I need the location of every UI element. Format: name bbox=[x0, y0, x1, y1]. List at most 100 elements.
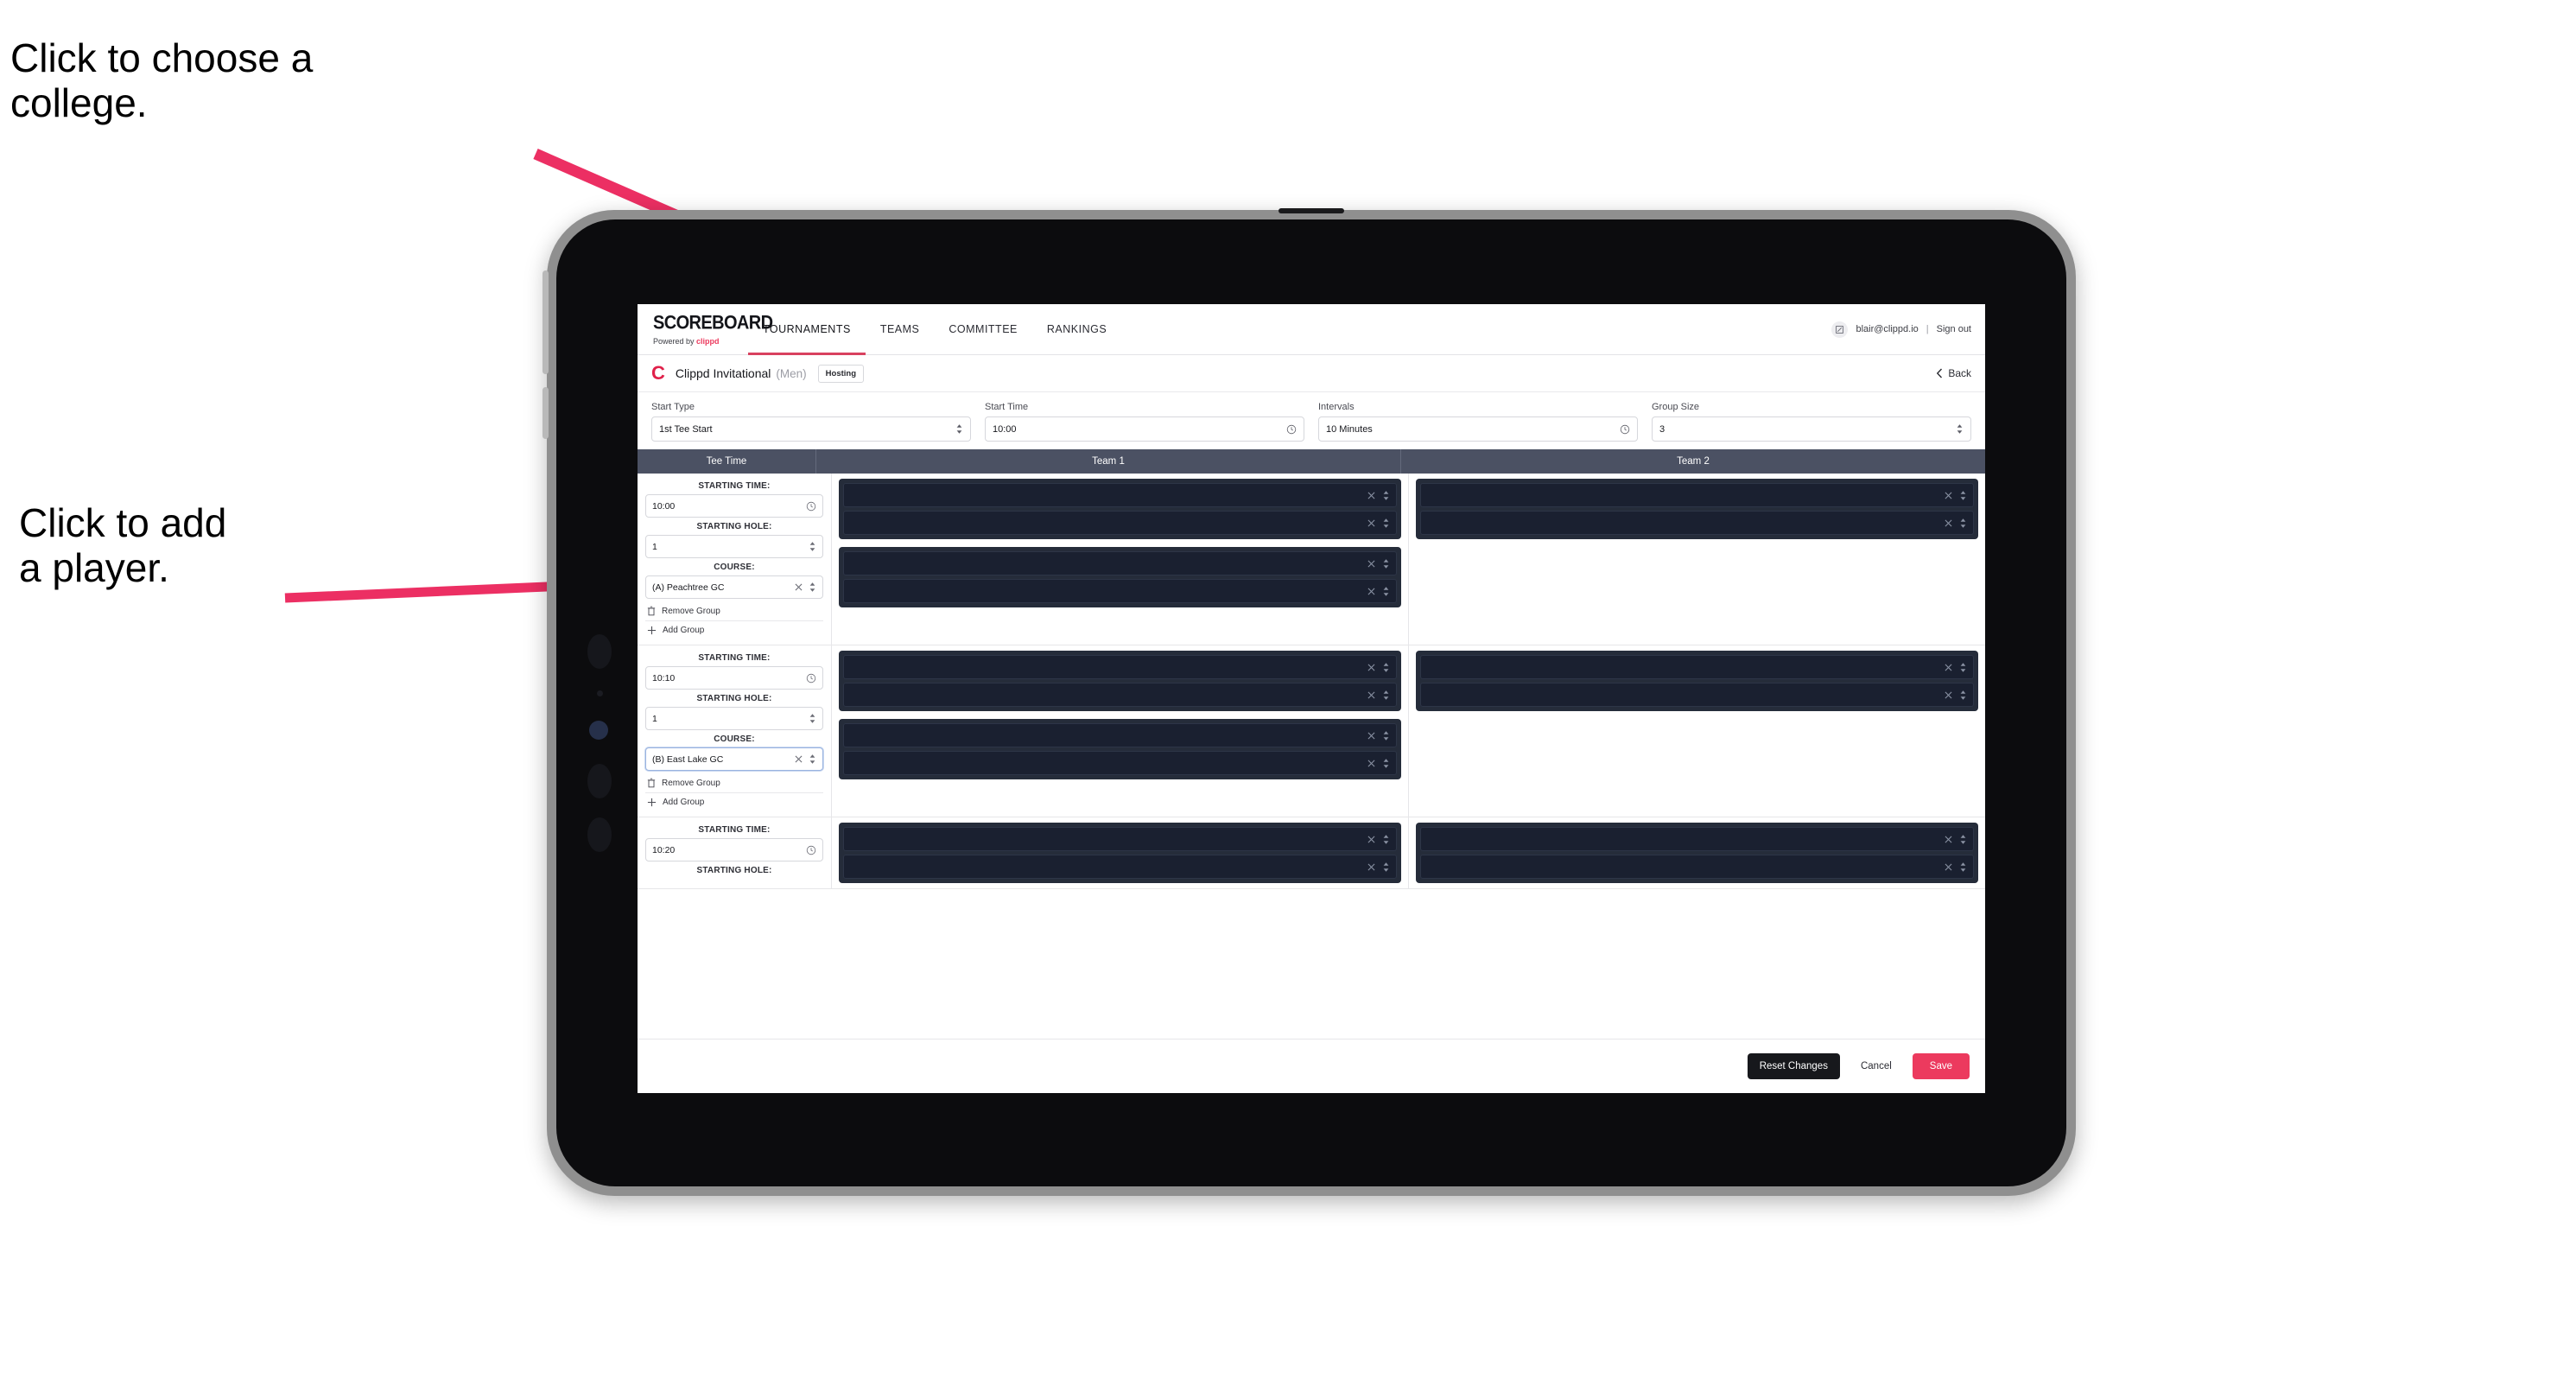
player-row-controls[interactable] bbox=[1945, 662, 1967, 673]
nav-tab-rankings[interactable]: RANKINGS bbox=[1032, 304, 1121, 354]
close-icon[interactable] bbox=[1367, 691, 1375, 699]
clock-icon[interactable] bbox=[806, 673, 816, 683]
close-icon[interactable] bbox=[1945, 492, 1952, 499]
stepper-icon bbox=[1383, 490, 1389, 500]
team-1-column bbox=[832, 474, 1409, 645]
player-select-row[interactable] bbox=[843, 579, 1397, 603]
remove-group-button[interactable]: Remove Group bbox=[645, 773, 823, 792]
player-row-controls[interactable] bbox=[1945, 834, 1967, 845]
player-row-controls[interactable] bbox=[1367, 490, 1390, 501]
player-select-row[interactable] bbox=[1420, 827, 1974, 851]
player-group-box bbox=[839, 547, 1401, 607]
player-row-controls[interactable] bbox=[1367, 586, 1390, 597]
user-avatar-icon[interactable] bbox=[1831, 321, 1849, 338]
filter-control-start-type[interactable]: 1st Tee Start bbox=[651, 416, 971, 442]
close-icon[interactable] bbox=[1367, 588, 1375, 595]
account-area: blair@clippd.io | Sign out bbox=[1831, 304, 1985, 354]
filter-control-start-time[interactable]: 10:00 bbox=[985, 416, 1304, 442]
nav-tab-committee[interactable]: COMMITTEE bbox=[934, 304, 1032, 354]
course-select-controls[interactable] bbox=[795, 753, 816, 765]
reset-changes-button[interactable]: Reset Changes bbox=[1747, 1053, 1840, 1079]
player-select-row[interactable] bbox=[843, 683, 1397, 707]
close-icon[interactable] bbox=[1367, 836, 1375, 843]
player-select-row[interactable] bbox=[1420, 683, 1974, 707]
nav-tab-teams[interactable]: TEAMS bbox=[866, 304, 935, 354]
column-header-team-1: Team 1 bbox=[816, 449, 1401, 474]
course-select-controls[interactable] bbox=[795, 582, 816, 593]
volume-button-upper[interactable] bbox=[542, 270, 549, 374]
sign-out-link[interactable]: Sign out bbox=[1937, 324, 1971, 334]
player-row-controls[interactable] bbox=[1945, 690, 1967, 701]
close-icon[interactable] bbox=[1945, 836, 1952, 843]
stepper-icon[interactable] bbox=[955, 423, 963, 435]
player-select-row[interactable] bbox=[843, 723, 1397, 747]
course-select[interactable]: (A) Peachtree GC bbox=[645, 575, 823, 599]
player-select-row[interactable] bbox=[843, 751, 1397, 775]
tournament-name: Clippd Invitational bbox=[675, 366, 771, 380]
player-select-row[interactable] bbox=[1420, 483, 1974, 507]
close-icon[interactable] bbox=[1367, 760, 1375, 767]
add-group-button[interactable]: Add Group bbox=[645, 620, 823, 639]
starting-time-input[interactable]: 10:10 bbox=[645, 666, 823, 690]
tee-sheet-body[interactable]: STARTING TIME: 10:00 STARTING HOLE: 1 COURSE… bbox=[638, 474, 1985, 1039]
clock-icon bbox=[806, 501, 816, 511]
player-select-row[interactable] bbox=[843, 655, 1397, 679]
player-row-controls[interactable] bbox=[1945, 861, 1967, 873]
add-group-button[interactable]: Add Group bbox=[645, 792, 823, 811]
clock-icon[interactable] bbox=[806, 501, 816, 512]
close-icon[interactable] bbox=[1945, 664, 1952, 671]
close-icon[interactable] bbox=[795, 755, 803, 763]
player-group-box bbox=[839, 651, 1401, 711]
player-row-controls[interactable] bbox=[1367, 758, 1390, 769]
stepper-icon[interactable] bbox=[809, 541, 816, 552]
nav-tab-tournaments[interactable]: TOURNAMENTS bbox=[748, 304, 866, 355]
player-row-controls[interactable] bbox=[1367, 662, 1390, 673]
close-icon[interactable] bbox=[1367, 863, 1375, 871]
filter-control-group-size[interactable]: 3 bbox=[1652, 416, 1971, 442]
player-row-controls[interactable] bbox=[1367, 558, 1390, 569]
clock-icon[interactable] bbox=[1620, 424, 1630, 435]
player-select-row[interactable] bbox=[843, 551, 1397, 575]
player-select-row[interactable] bbox=[843, 483, 1397, 507]
close-icon[interactable] bbox=[1367, 560, 1375, 568]
player-row-controls[interactable] bbox=[1945, 490, 1967, 501]
player-select-row[interactable] bbox=[1420, 855, 1974, 879]
filter-control-intervals[interactable]: 10 Minutes bbox=[1318, 416, 1638, 442]
starting-time-input[interactable]: 10:00 bbox=[645, 494, 823, 518]
close-icon[interactable] bbox=[1367, 732, 1375, 740]
starting-hole-input[interactable]: 1 bbox=[645, 535, 823, 558]
volume-button-lower[interactable] bbox=[542, 387, 549, 439]
player-row-controls[interactable] bbox=[1367, 690, 1390, 701]
close-icon[interactable] bbox=[1367, 492, 1375, 499]
player-row-controls[interactable] bbox=[1367, 730, 1390, 741]
starting-hole-input[interactable]: 1 bbox=[645, 707, 823, 730]
stepper-icon bbox=[1383, 834, 1389, 844]
close-icon[interactable] bbox=[1945, 863, 1952, 871]
close-icon[interactable] bbox=[1945, 519, 1952, 527]
starting-time-input[interactable]: 10:20 bbox=[645, 838, 823, 861]
stepper-icon[interactable] bbox=[809, 713, 816, 724]
player-select-row[interactable] bbox=[843, 827, 1397, 851]
course-select[interactable]: (B) East Lake GC bbox=[645, 747, 823, 771]
remove-group-button[interactable]: Remove Group bbox=[645, 601, 823, 620]
back-link[interactable]: Back bbox=[1936, 367, 1971, 379]
clock-icon[interactable] bbox=[806, 845, 816, 855]
player-row-controls[interactable] bbox=[1367, 861, 1390, 873]
close-icon[interactable] bbox=[1367, 664, 1375, 671]
clock-icon[interactable] bbox=[1286, 424, 1297, 435]
cancel-button[interactable]: Cancel bbox=[1852, 1053, 1900, 1079]
close-icon[interactable] bbox=[1945, 691, 1952, 699]
player-select-row[interactable] bbox=[843, 855, 1397, 879]
player-select-row[interactable] bbox=[843, 511, 1397, 535]
close-icon[interactable] bbox=[795, 583, 803, 591]
player-select-row[interactable] bbox=[1420, 511, 1974, 535]
player-row-controls[interactable] bbox=[1367, 834, 1390, 845]
save-button[interactable]: Save bbox=[1912, 1053, 1970, 1079]
brand-logo[interactable]: SCOREBOARD Powered by clippd bbox=[638, 304, 773, 354]
player-row-controls[interactable] bbox=[1367, 518, 1390, 529]
stepper-icon[interactable] bbox=[1956, 423, 1964, 435]
player-select-row[interactable] bbox=[1420, 655, 1974, 679]
filter-label: Start Type bbox=[651, 402, 695, 412]
player-row-controls[interactable] bbox=[1945, 518, 1967, 529]
close-icon[interactable] bbox=[1367, 519, 1375, 527]
